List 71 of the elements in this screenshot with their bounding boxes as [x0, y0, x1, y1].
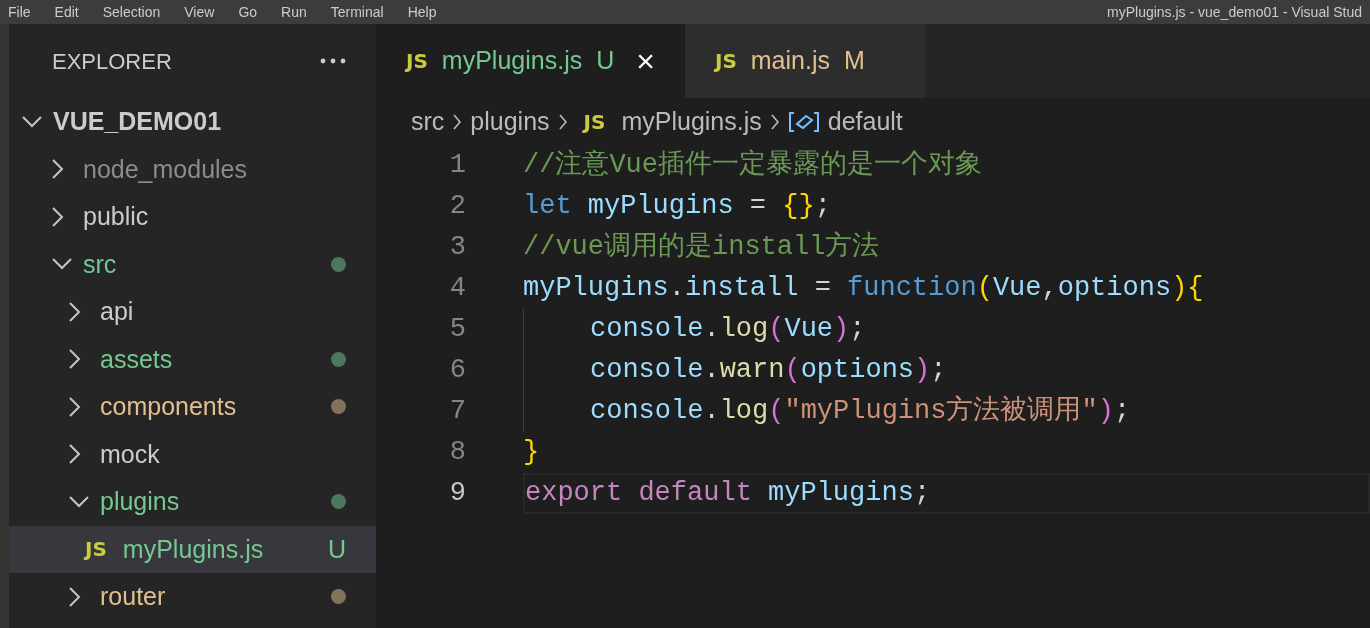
code-line: //vue调用的是install方法	[523, 230, 880, 264]
symbol-icon	[787, 109, 820, 134]
chevron-right-icon	[769, 112, 780, 131]
breadcrumb-item[interactable]: plugins	[470, 102, 550, 141]
js-file-icon: JS	[583, 106, 606, 137]
chevron-right-icon	[452, 112, 463, 131]
tree-item[interactable]: public	[9, 193, 376, 241]
code-line: console.log(Vue);	[590, 313, 866, 346]
editor-tab[interactable]: JS myPlugins.js U ×	[376, 24, 685, 98]
tab-label: myPlugins.js	[441, 45, 583, 77]
menu-item[interactable]: Selection	[102, 1, 161, 23]
js-file-icon: JS	[714, 46, 737, 76]
tree-label: VUE_DEMO01	[53, 106, 222, 137]
line-number: 2	[448, 190, 466, 224]
tree-label: router	[100, 581, 166, 612]
menu-item[interactable]: View	[184, 1, 215, 23]
code-line: export default myPlugins;	[525, 477, 931, 510]
code-line: //注意Vue插件一定暴露的是一个对象	[523, 148, 982, 182]
js-file-icon: JS	[85, 534, 107, 565]
tree-label: node_modules	[83, 153, 247, 185]
tree-label: components	[100, 391, 237, 422]
more-icon	[320, 58, 346, 64]
tree-label: src	[83, 248, 117, 280]
code-line: console.log("myPlugins方法被调用");	[590, 394, 1131, 428]
tree-label: myPlugins.js	[122, 533, 264, 565]
tree-label: api	[100, 296, 134, 327]
tree-item[interactable]: JS myPlugins.js U	[9, 525, 376, 573]
tree-item[interactable]: node_modules	[9, 145, 376, 193]
js-file-icon: JS	[406, 46, 428, 76]
menu-item[interactable]: Terminal	[330, 1, 384, 23]
code-line: myPlugins.install = function(Vue,options){	[523, 272, 1204, 305]
line-number: 1	[448, 149, 466, 183]
code-line: }	[523, 436, 540, 469]
tree-item[interactable]: api	[9, 288, 376, 336]
line-number: 7	[448, 395, 466, 429]
tree-item[interactable]: VUE_DEMO01	[9, 98, 376, 146]
tree-label: mock	[100, 438, 160, 470]
code-line: let myPlugins = {};	[523, 190, 831, 223]
chevron-right-icon	[557, 112, 568, 131]
tree-label: plugins	[100, 486, 180, 517]
menu-item[interactable]: Help	[407, 1, 437, 23]
line-number: 5	[448, 313, 466, 347]
menu-item[interactable]: Edit	[54, 1, 79, 23]
tree-item[interactable]: components	[9, 383, 376, 431]
breadcrumb-item[interactable]: default	[827, 102, 903, 141]
tree-item[interactable]: src	[9, 240, 376, 288]
tree-label: public	[83, 201, 149, 232]
line-number: 4	[448, 272, 466, 306]
close-button[interactable]: ×	[636, 37, 655, 85]
tree-label: assets	[100, 343, 173, 375]
menu-item[interactable]: Go	[238, 1, 258, 23]
tab-label: main.js	[750, 45, 830, 77]
code-line: console.warn(options);	[590, 354, 947, 387]
line-number: 6	[448, 354, 466, 388]
git-status-letter: U	[596, 45, 615, 77]
tree-item[interactable]: assets	[9, 335, 376, 383]
line-number: 9	[448, 477, 466, 511]
editor-tab[interactable]: JS main.js M	[684, 24, 925, 98]
git-status-letter: U	[327, 533, 346, 565]
menu-item[interactable]: Run	[281, 1, 307, 23]
tree-item[interactable]: mock	[9, 430, 376, 478]
git-status-letter: M	[844, 45, 865, 77]
tree-item[interactable]: router	[9, 573, 376, 621]
breadcrumb-item[interactable]: myPlugins.js	[621, 102, 762, 141]
breadcrumb-item[interactable]: src	[411, 102, 445, 141]
window-title: myPlugins.js - vue_demo01 - Visual Stud	[1107, 2, 1362, 22]
line-number: 3	[448, 231, 466, 265]
tree-item[interactable]: plugins	[9, 478, 376, 526]
line-number: 8	[448, 436, 466, 470]
menu-item[interactable]: File	[8, 1, 31, 23]
explorer-title: EXPLORER	[52, 47, 172, 76]
